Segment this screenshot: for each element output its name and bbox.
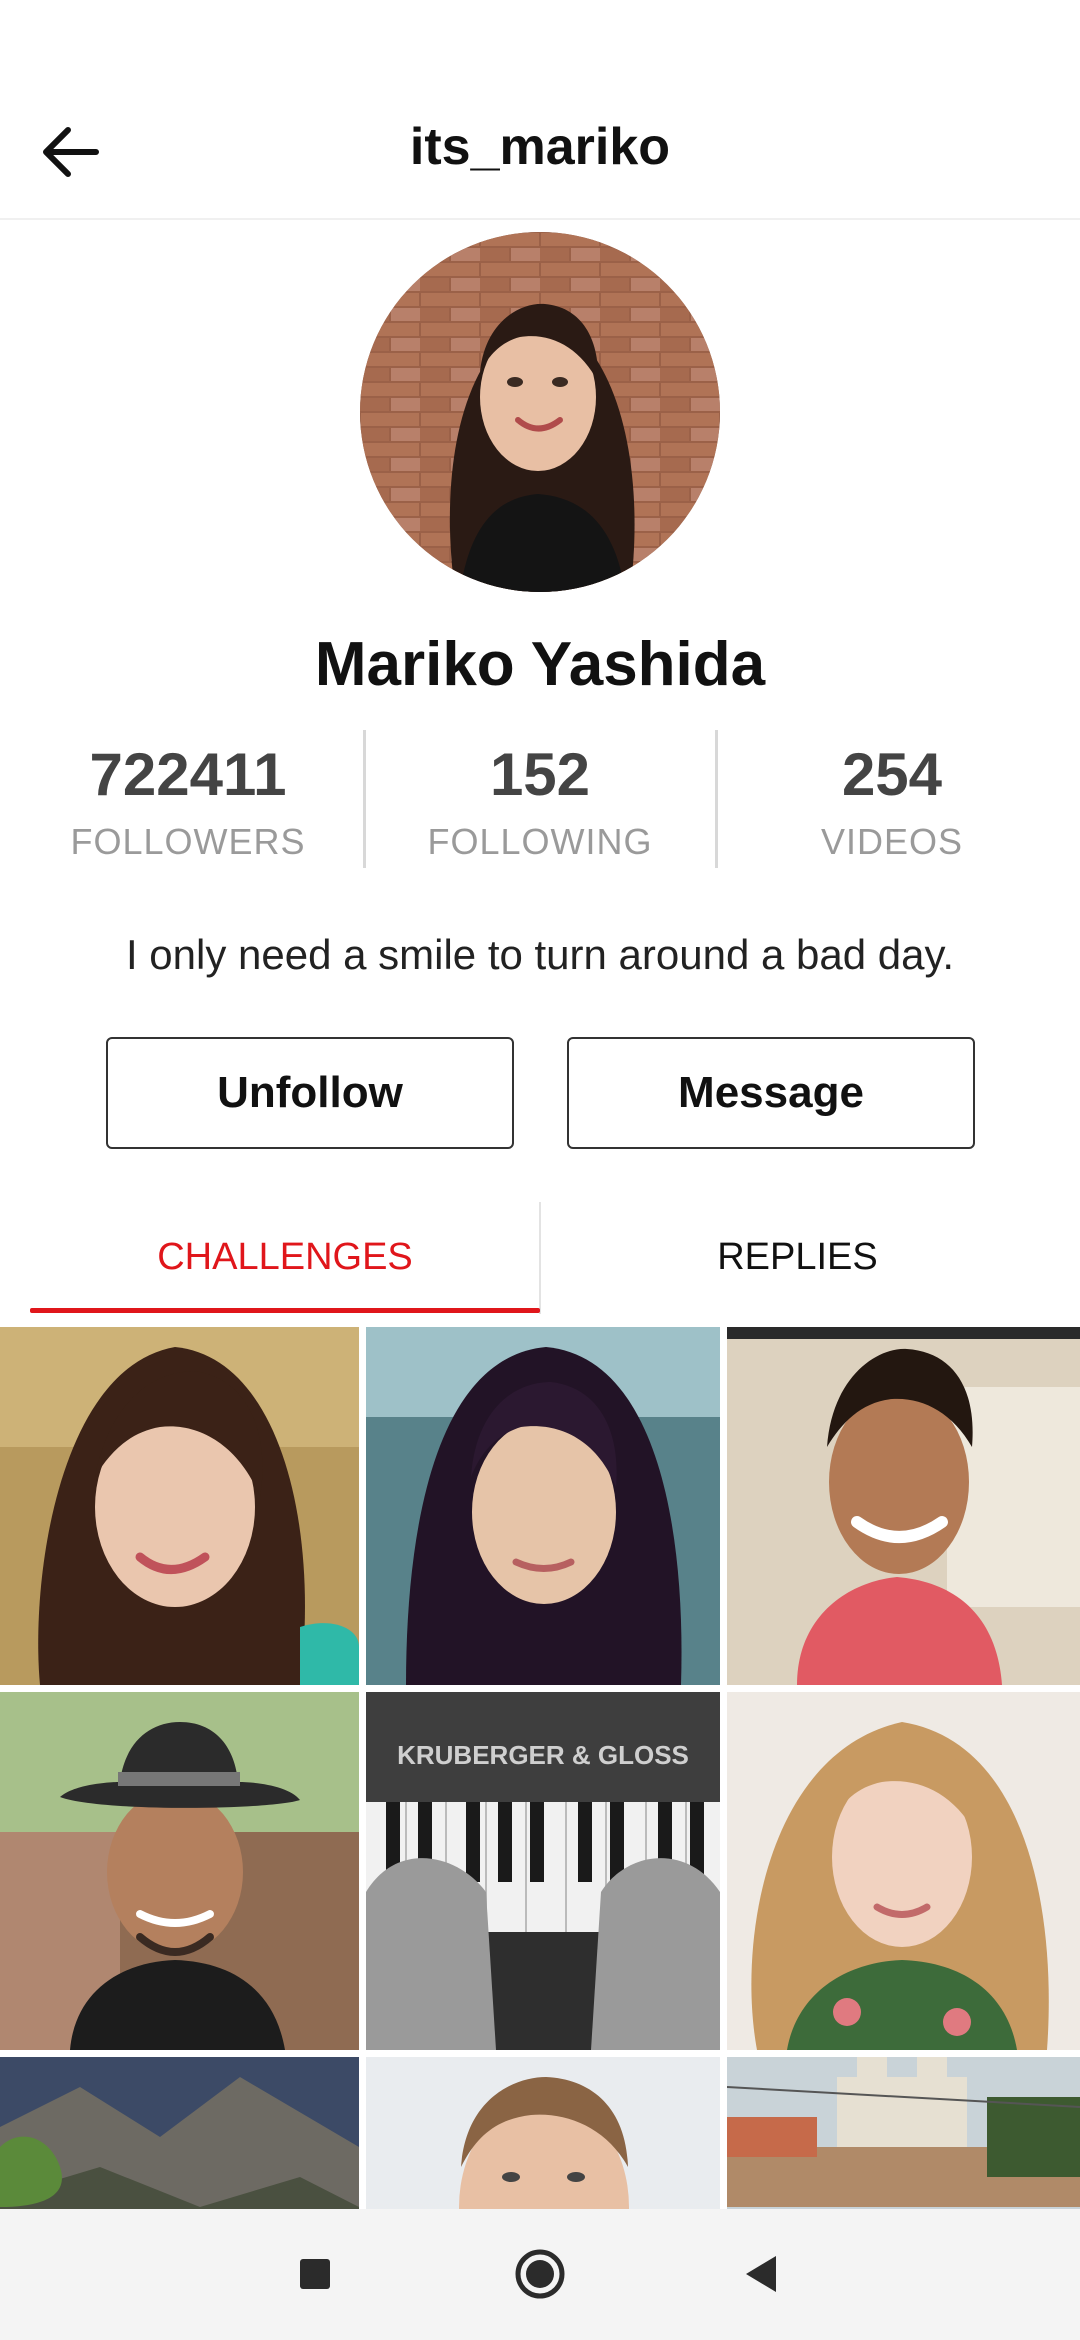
unfollow-button[interactable]: Unfollow	[106, 1037, 514, 1149]
active-tab-indicator	[30, 1308, 540, 1313]
tab-challenges[interactable]: CHALLENGES	[30, 1200, 540, 1315]
system-navigation-bar	[0, 2209, 1080, 2340]
status-bar	[0, 0, 1080, 72]
piano-brand-text: KRUBERGER & GLOSS	[397, 1740, 689, 1770]
triangle-back-icon	[746, 2256, 776, 2292]
stat-followers-value: 722411	[89, 741, 287, 808]
tab-divider	[539, 1202, 541, 1314]
stat-videos[interactable]: 254 VIDEOS	[716, 730, 1068, 870]
stat-videos-label: VIDEOS	[820, 821, 964, 862]
video-thumbnail[interactable]	[0, 1327, 359, 1685]
stat-following-label: FOLLOWING	[427, 821, 653, 862]
stat-following-value: 152	[489, 741, 591, 808]
video-thumbnail[interactable]	[727, 1692, 1080, 2050]
video-thumbnail[interactable]	[0, 1692, 359, 2050]
video-thumbnail[interactable]: KRUBERGER & GLOSS	[366, 1692, 720, 2050]
video-thumbnail[interactable]	[0, 2057, 359, 2209]
profile-name: Mariko Yashida	[314, 630, 766, 699]
profile-bio: I only need a smile to turn around a bad…	[125, 931, 955, 978]
profile-screen: its_mariko Mariko Yashida 722411 FOLLOWE…	[0, 0, 1080, 2340]
video-thumbnail[interactable]	[366, 2057, 720, 2209]
stat-followers[interactable]: 722411 FOLLOWERS	[12, 730, 364, 870]
home-button[interactable]	[500, 2234, 580, 2314]
nav-back-button[interactable]	[722, 2234, 802, 2314]
tab-replies[interactable]: REPLIES	[540, 1200, 1055, 1315]
profile-avatar	[360, 232, 720, 592]
stat-following[interactable]: 152 FOLLOWING	[364, 730, 716, 870]
video-thumbnail[interactable]	[727, 1327, 1080, 1685]
stat-videos-value: 254	[841, 741, 943, 808]
page-title: its_mariko	[409, 118, 671, 176]
app-header: its_mariko	[0, 72, 1080, 220]
video-thumbnail[interactable]	[366, 1327, 720, 1685]
stats-row: 722411 FOLLOWERS 152 FOLLOWING 254 VIDEO…	[0, 730, 1080, 870]
circle-icon	[515, 2249, 565, 2299]
video-grid: KRUBERGER & GLOSS	[0, 1327, 1080, 2209]
video-thumbnail[interactable]	[727, 2057, 1080, 2209]
message-button[interactable]: Message	[567, 1037, 975, 1149]
recents-button[interactable]	[275, 2234, 355, 2314]
stat-followers-label: FOLLOWERS	[70, 821, 306, 862]
square-icon	[300, 2259, 330, 2289]
